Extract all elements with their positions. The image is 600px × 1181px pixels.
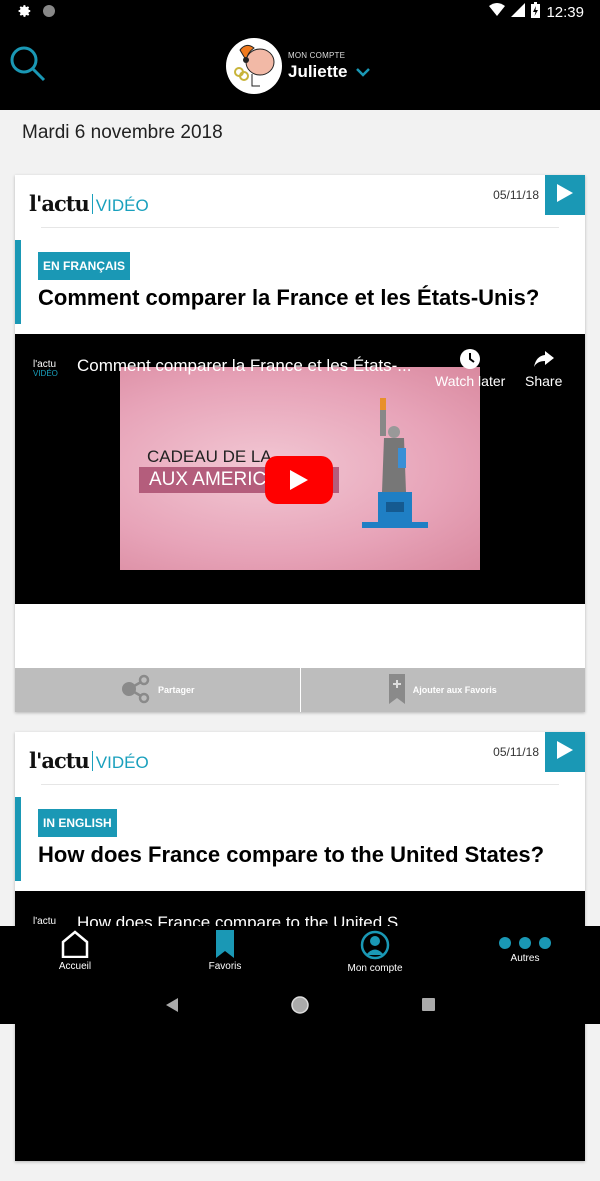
home-circle-icon[interactable] xyxy=(290,995,310,1020)
language-badge: EN FRANÇAIS xyxy=(38,252,131,280)
more-dots-icon xyxy=(498,937,552,953)
clock: 12:39 xyxy=(546,3,584,21)
account-label: MON COMPTE xyxy=(288,50,346,60)
article-title[interactable]: Comment comparer la France et les États-… xyxy=(38,284,555,312)
brand-logo: l'actu VIDÉO xyxy=(29,748,149,773)
article-title[interactable]: How does France compare to the United St… xyxy=(38,841,555,869)
circle-icon xyxy=(42,4,56,23)
bookmark-icon xyxy=(216,930,234,961)
clock-icon xyxy=(459,349,481,373)
article-feed: l'actu VIDÉO 05/11/18 EN FRANÇAIS Commen… xyxy=(15,175,585,1181)
share-arrow-icon xyxy=(533,351,555,373)
watch-later-button[interactable]: Watch later xyxy=(435,348,505,389)
battery-charging-icon xyxy=(531,2,541,22)
account-name: Juliette xyxy=(288,61,348,81)
share-icon xyxy=(120,674,150,706)
nav-item-autres[interactable]: Autres xyxy=(465,936,585,964)
account-switcher[interactable]: MON COMPTE Juliette xyxy=(226,38,370,94)
app-bar: MON COMPTE Juliette xyxy=(0,24,600,110)
home-icon xyxy=(61,930,89,961)
video-player[interactable]: CADEAU DE LA AUX AMERIC l'actu VIDÉO Com… xyxy=(15,334,585,604)
play-icon xyxy=(556,183,574,208)
bookmark-plus-icon xyxy=(388,674,405,706)
nav-item-accueil[interactable]: Accueil xyxy=(15,930,135,972)
language-badge: IN ENGLISH xyxy=(38,809,117,837)
nav-item-favoris[interactable]: Favoris xyxy=(165,930,285,972)
play-button[interactable] xyxy=(545,732,585,772)
search-button[interactable] xyxy=(8,44,48,84)
divider xyxy=(41,784,559,785)
video-title[interactable]: Comment comparer la France et les États-… xyxy=(77,356,411,376)
signal-icon xyxy=(511,3,526,21)
avatar xyxy=(226,38,282,94)
play-icon xyxy=(556,740,574,765)
article-date: 05/11/18 xyxy=(493,745,539,759)
gear-icon xyxy=(18,4,32,23)
status-bar: 12:39 xyxy=(0,0,600,24)
video-thumbnail: CADEAU DE LA AUX AMERIC xyxy=(120,367,480,570)
system-navigation xyxy=(0,992,600,1024)
share-button[interactable]: Partager xyxy=(15,668,300,712)
back-icon[interactable] xyxy=(166,998,178,1017)
nav-item-mon-compte[interactable]: Mon compte xyxy=(315,930,435,974)
bottom-navigation: Accueil Favoris Mon compte Autres xyxy=(0,926,600,1024)
channel-logo: l'actu xyxy=(33,916,57,927)
brand-logo: l'actu VIDÉO xyxy=(29,191,149,216)
play-button[interactable] xyxy=(545,175,585,215)
chevron-down-icon[interactable] xyxy=(355,62,370,82)
youtube-play-button[interactable] xyxy=(265,456,333,504)
recents-icon[interactable] xyxy=(422,998,435,1016)
user-circle-icon xyxy=(360,930,390,963)
search-icon xyxy=(8,46,48,88)
channel-logo: l'actu VIDÉO xyxy=(33,359,58,379)
statue-of-liberty-icon xyxy=(360,392,430,547)
date-header: Mardi 6 novembre 2018 xyxy=(22,122,223,143)
divider xyxy=(41,227,559,228)
add-favorite-button[interactable]: Ajouter aux Favoris xyxy=(299,668,586,712)
wifi-icon xyxy=(489,3,506,21)
article-card[interactable]: l'actu VIDÉO 05/11/18 EN FRANÇAIS Commen… xyxy=(15,175,585,712)
article-date: 05/11/18 xyxy=(493,188,539,202)
video-share-button[interactable]: Share xyxy=(525,348,562,389)
